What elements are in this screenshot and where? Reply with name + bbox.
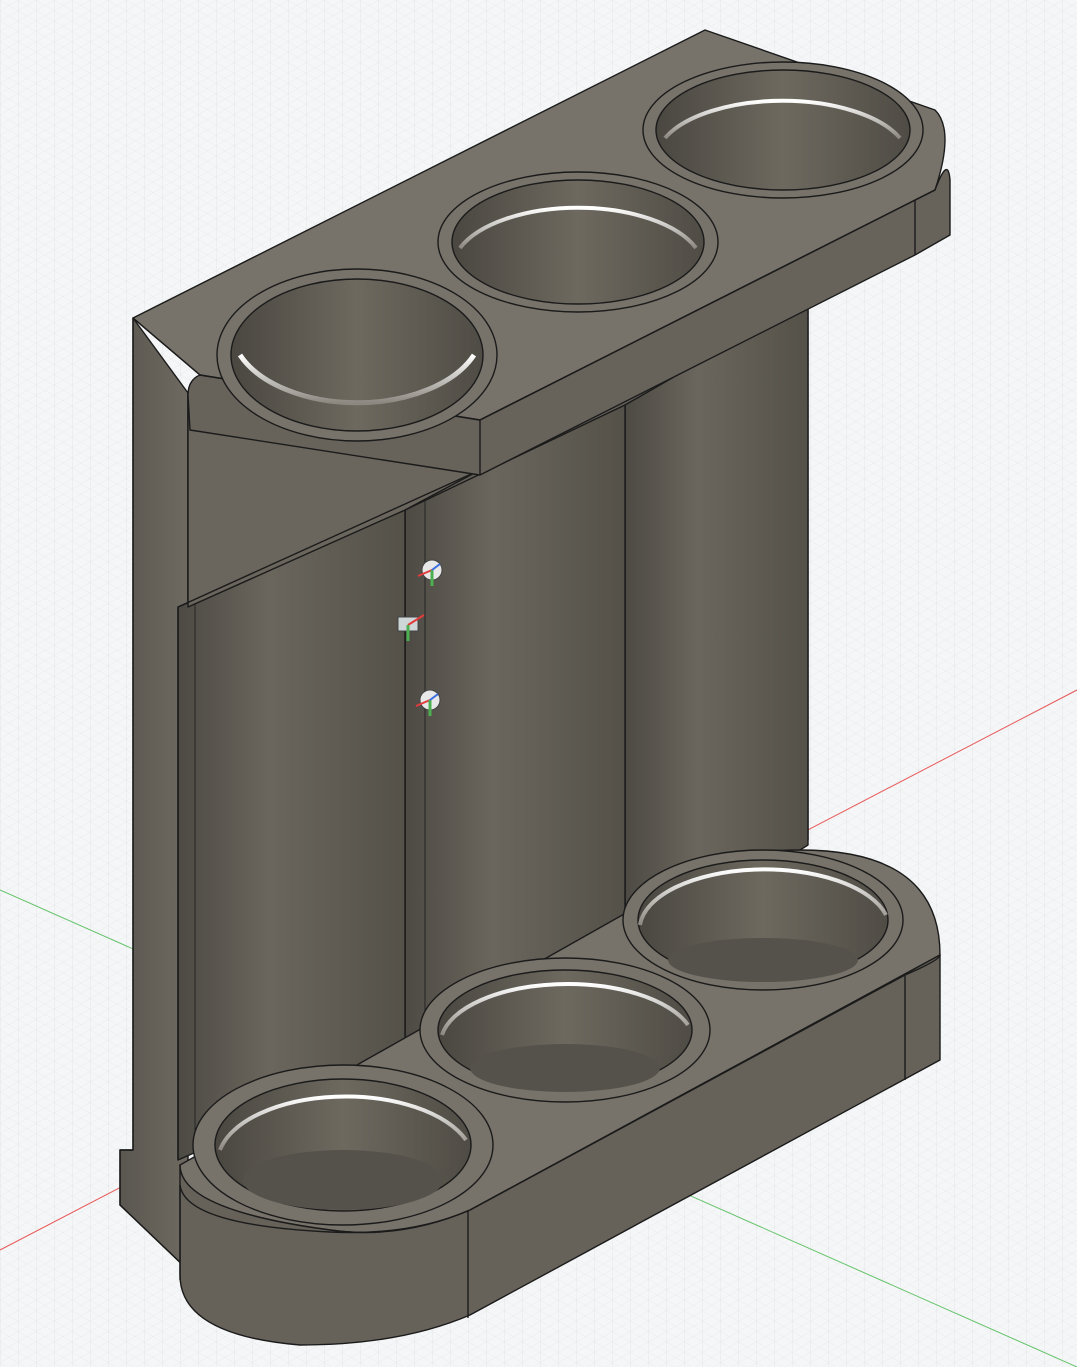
canvas-viewport[interactable] [0,0,1077,1367]
bottom-hole-3[interactable] [622,849,904,991]
top-hole-1[interactable] [216,268,498,442]
model-scene[interactable] [0,0,1077,1367]
bottom-hole-2[interactable] [419,957,711,1103]
top-hole-2[interactable] [437,171,719,313]
top-hole-3[interactable] [642,61,924,199]
bottom-hole-1[interactable] [192,1064,494,1226]
